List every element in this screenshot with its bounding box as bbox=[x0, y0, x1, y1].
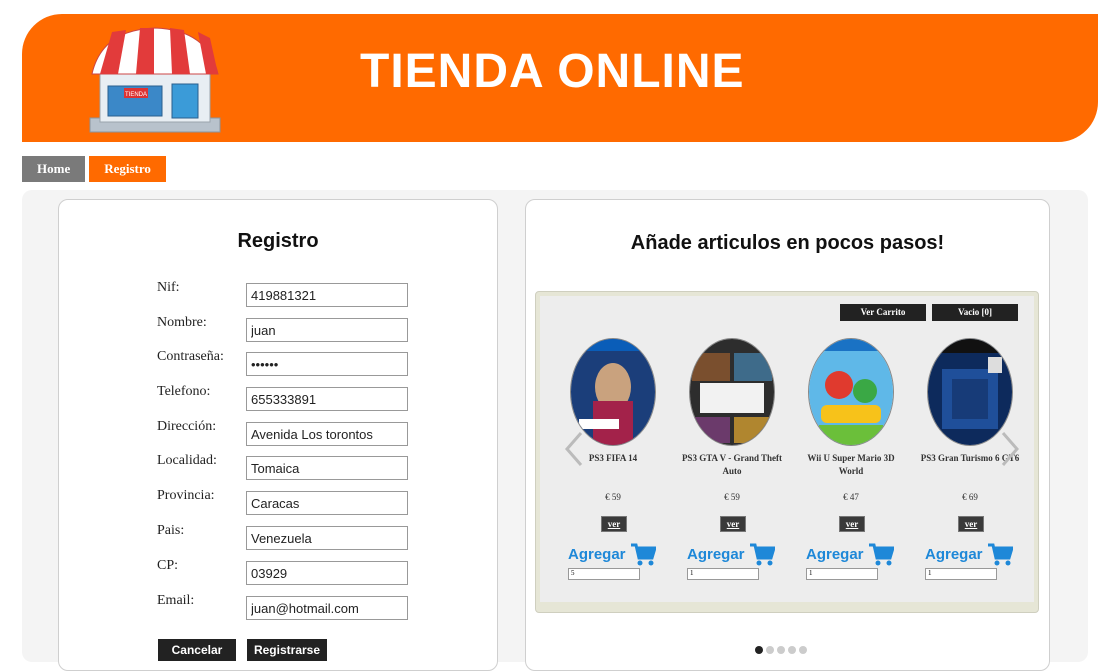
agregar-label: Agregar bbox=[687, 545, 745, 563]
product-slider: Ver Carrito Vacio [0] PS3 FIFA 14 € 59 v… bbox=[535, 291, 1039, 613]
direccion-input[interactable] bbox=[246, 422, 408, 446]
product-panel-title: Añade articulos en pocos pasos! bbox=[630, 232, 945, 254]
agregar-button[interactable]: Agregar bbox=[806, 540, 894, 568]
cart-icon bbox=[987, 543, 1013, 566]
site-header: TIENDA TIENDA ONLINE bbox=[22, 14, 1098, 142]
slider-pagination bbox=[755, 646, 807, 654]
slider-prev-chevron-icon[interactable] bbox=[564, 431, 584, 467]
ver-button[interactable]: ver bbox=[601, 516, 627, 532]
quantity-input[interactable]: 5 bbox=[568, 568, 640, 580]
agregar-label: Agregar bbox=[925, 545, 983, 563]
store-logo-icon: TIENDA bbox=[89, 27, 221, 133]
ver-button[interactable]: ver bbox=[839, 516, 865, 532]
product-name: Wii U Super Mario 3D World bbox=[807, 453, 895, 476]
agregar-label: Agregar bbox=[806, 545, 864, 563]
direccion-label: Dirección: bbox=[157, 419, 217, 434]
slider-dot[interactable] bbox=[766, 646, 774, 654]
nav-registro-tab[interactable]: Registro bbox=[89, 156, 166, 182]
ver-button[interactable]: ver bbox=[958, 516, 984, 532]
registration-panel: Registro Nif: Nombre: Contraseña: Telefo… bbox=[58, 199, 498, 671]
product-image-gran-turismo[interactable] bbox=[927, 338, 1013, 446]
product-name: PS3 GTA V - Grand Theft Auto bbox=[681, 453, 783, 476]
product-image-gta[interactable] bbox=[689, 338, 775, 446]
nombre-label: Nombre: bbox=[157, 315, 207, 330]
quantity-input[interactable]: 1 bbox=[806, 568, 878, 580]
product-price: € 69 bbox=[962, 492, 978, 502]
vacio-cart-button[interactable]: Vacio [0] bbox=[932, 304, 1018, 321]
product-image-mario[interactable] bbox=[808, 338, 894, 446]
slider-dot[interactable] bbox=[755, 646, 763, 654]
agregar-label: Agregar bbox=[568, 545, 626, 563]
main-nav: Home Registro bbox=[22, 156, 166, 182]
slider-dot[interactable] bbox=[799, 646, 807, 654]
telefono-label: Telefono: bbox=[157, 384, 211, 399]
site-title: TIENDA ONLINE bbox=[360, 45, 745, 98]
nif-label: Nif: bbox=[157, 280, 180, 295]
agregar-button[interactable]: Agregar bbox=[687, 540, 775, 568]
register-button[interactable]: Registrarse bbox=[247, 639, 327, 661]
product-price: € 59 bbox=[605, 492, 621, 502]
cp-label: CP: bbox=[157, 558, 179, 573]
product-image-fifa[interactable] bbox=[570, 338, 656, 446]
provincia-label: Provincia: bbox=[157, 488, 215, 503]
slider-next-chevron-icon[interactable] bbox=[1000, 431, 1020, 467]
nif-input[interactable] bbox=[246, 283, 408, 307]
email-input[interactable] bbox=[246, 596, 408, 620]
password-input[interactable] bbox=[246, 352, 408, 376]
localidad-label: Localidad: bbox=[157, 453, 217, 468]
cart-icon bbox=[749, 543, 775, 566]
slider-dot[interactable] bbox=[777, 646, 785, 654]
registration-title: Registro bbox=[237, 230, 319, 252]
nombre-input[interactable] bbox=[246, 318, 408, 342]
product-card: Wii U Super Mario 3D World € 47 ver Agre… bbox=[798, 326, 904, 596]
ver-button[interactable]: ver bbox=[720, 516, 746, 532]
logo-sign-text: TIENDA bbox=[125, 92, 147, 98]
agregar-button[interactable]: Agregar bbox=[568, 540, 656, 568]
cp-input[interactable] bbox=[246, 561, 408, 585]
nav-home-tab[interactable]: Home bbox=[22, 156, 86, 182]
ver-carrito-button[interactable]: Ver Carrito bbox=[840, 304, 926, 321]
quantity-input[interactable]: 1 bbox=[925, 568, 997, 580]
telefono-input[interactable] bbox=[246, 387, 408, 411]
product-price: € 59 bbox=[724, 492, 740, 502]
cart-icon bbox=[630, 543, 656, 566]
cart-icon bbox=[868, 543, 894, 566]
product-panel: Añade articulos en pocos pasos! Ver Carr… bbox=[525, 199, 1050, 671]
pais-input[interactable] bbox=[246, 526, 408, 550]
provincia-input[interactable] bbox=[246, 491, 408, 515]
product-price: € 47 bbox=[843, 492, 859, 502]
quantity-input[interactable]: 1 bbox=[687, 568, 759, 580]
agregar-button[interactable]: Agregar bbox=[925, 540, 1013, 568]
cancel-button[interactable]: Cancelar bbox=[158, 639, 236, 661]
email-label: Email: bbox=[157, 593, 195, 608]
pais-label: Pais: bbox=[157, 523, 185, 538]
slider-inner: Ver Carrito Vacio [0] PS3 FIFA 14 € 59 v… bbox=[540, 296, 1034, 602]
password-label: Contraseña: bbox=[157, 349, 224, 364]
slider-dot[interactable] bbox=[788, 646, 796, 654]
localidad-input[interactable] bbox=[246, 456, 408, 480]
product-card: PS3 GTA V - Grand Theft Auto € 59 ver Ag… bbox=[679, 326, 785, 596]
